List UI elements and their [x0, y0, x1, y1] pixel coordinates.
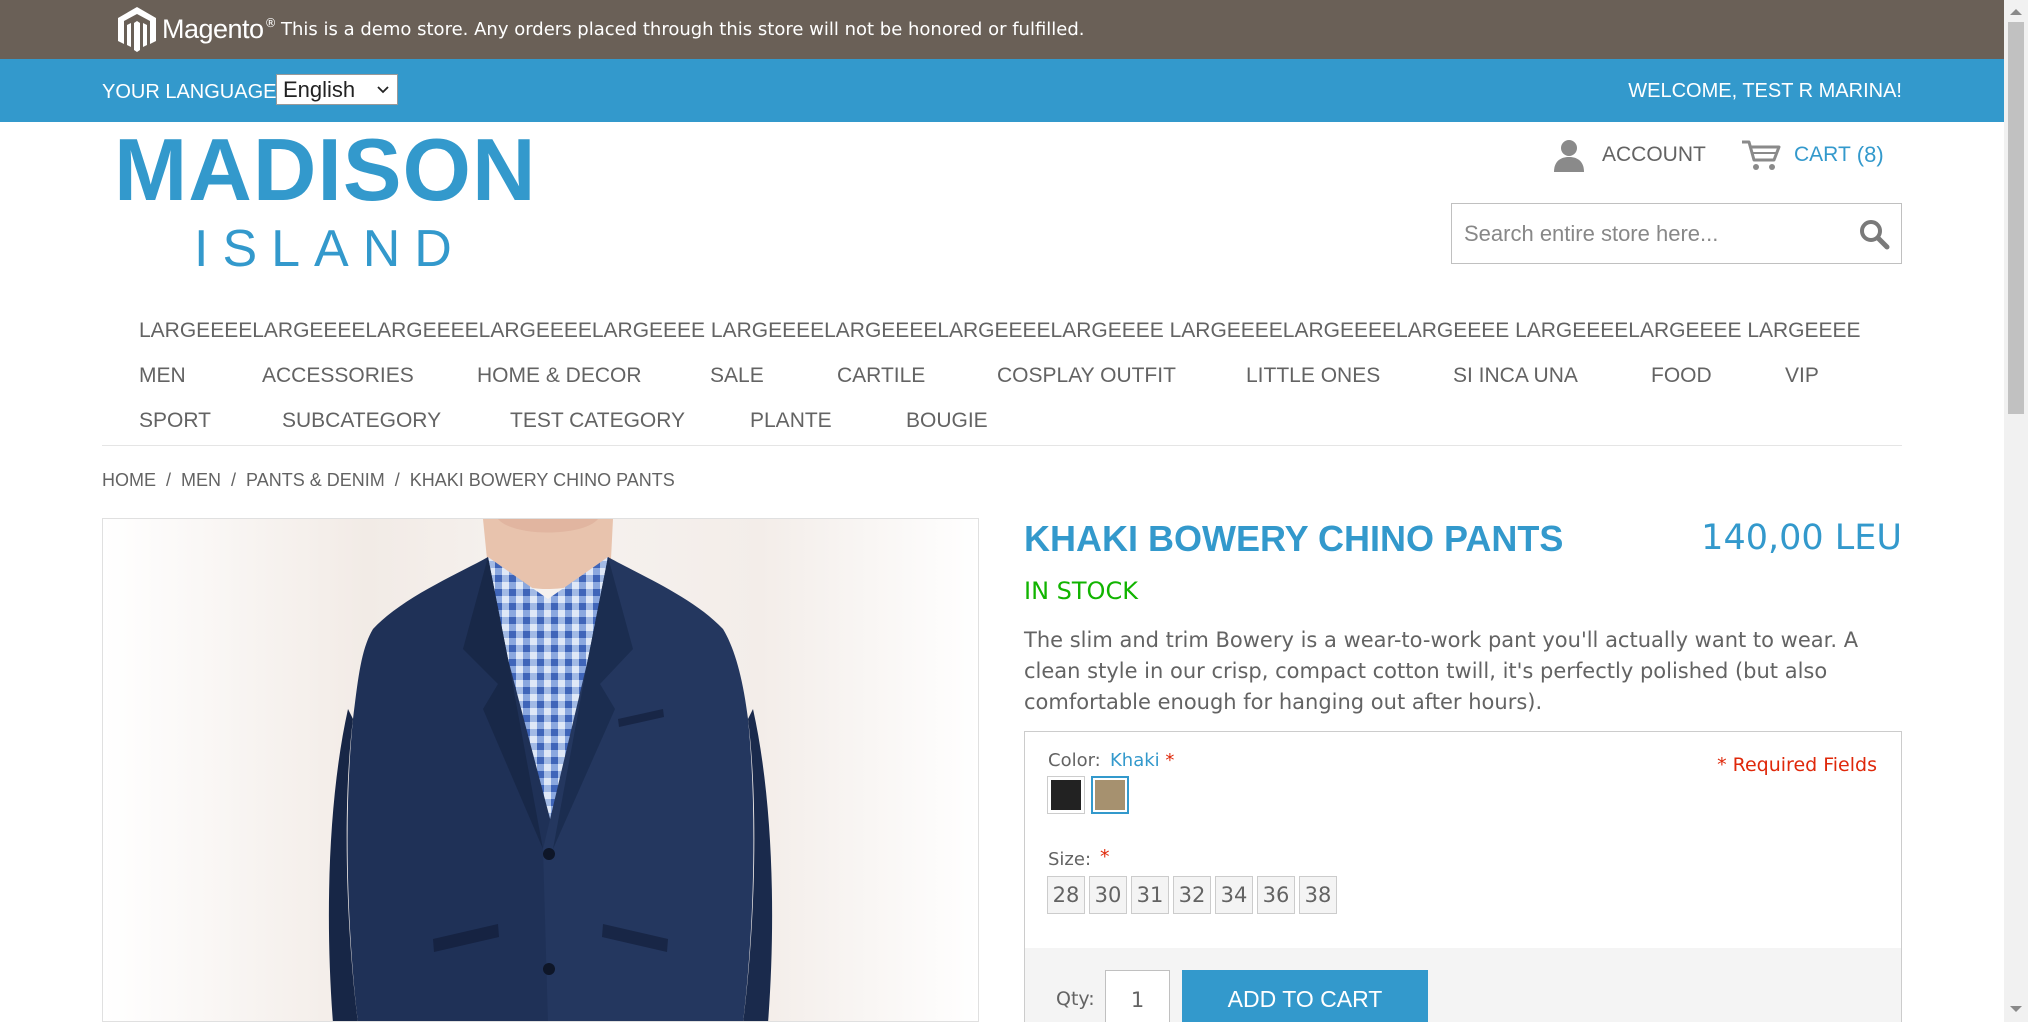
color-value-text: Khaki — [1110, 750, 1160, 771]
cart-label: CART — [1794, 143, 1851, 166]
product-main-image[interactable] — [102, 518, 979, 1022]
cart-link[interactable]: CART (8) — [1740, 138, 1884, 172]
nav-item-accessories[interactable]: ACCESSORIES — [262, 364, 414, 388]
product-price: 140,00 LEU — [1701, 518, 1902, 558]
magento-logo-text: Magento — [162, 13, 264, 44]
stock-status: IN STOCK — [1024, 577, 1138, 605]
product-description: The slim and trim Bowery is a wear-to-wo… — [1024, 628, 1859, 714]
breadcrumb-current-product: KHAKI BOWERY CHINO PANTS — [409, 470, 675, 490]
color-swatch-khaki[interactable] — [1091, 776, 1129, 814]
language-label: YOUR LANGUAGE: — [102, 81, 283, 103]
demo-notice-text: This is a demo store. Any orders placed … — [281, 19, 1085, 40]
product-photo — [103, 519, 978, 1021]
magento-trademark: ® — [264, 16, 277, 30]
size-option-36[interactable]: 36 — [1257, 876, 1295, 914]
language-select[interactable]: English — [276, 74, 398, 105]
nav-item-subcategory[interactable]: SUBCATEGORY — [282, 409, 441, 433]
product-options: Color: Khaki * * Required Fields Size: *… — [1024, 731, 1902, 949]
color-swatch-black[interactable] — [1047, 776, 1085, 814]
nav-item-plante[interactable]: PLANTE — [750, 409, 832, 433]
breadcrumb-separator: / — [394, 470, 400, 490]
language-selected-value: English — [283, 77, 356, 102]
color-label: Color: — [1048, 750, 1101, 771]
size-required-star: * — [1100, 846, 1110, 868]
add-to-cart-button[interactable]: ADD TO CART — [1182, 970, 1428, 1022]
scrollbar-thumb[interactable] — [2008, 22, 2024, 414]
search-icon[interactable] — [1857, 217, 1891, 251]
breadcrumb-separator: / — [166, 470, 172, 490]
chevron-down-icon — [377, 86, 389, 94]
qty-label: Qty: — [1056, 988, 1095, 1010]
magento-logo: Magento ® — [115, 5, 277, 53]
main-navigation: LARGEEEELARGEEEELARGEEEELARGEEEELARGEEEE… — [102, 310, 1902, 446]
nav-item-men[interactable]: MEN — [139, 364, 186, 388]
search-input[interactable] — [1464, 218, 1844, 250]
site-logo[interactable]: MADISON ISLAND — [114, 120, 537, 279]
size-option-34[interactable]: 34 — [1215, 876, 1253, 914]
nav-item-bougie[interactable]: BOUGIE — [906, 409, 988, 433]
nav-item-largeeee[interactable]: LARGEEEELARGEEEELARGEEEELARGEEEELARGEEEE… — [139, 319, 1861, 343]
nav-item-test-category[interactable]: TEST CATEGORY — [510, 409, 685, 433]
cart-icon — [1742, 140, 1781, 170]
breadcrumb-men[interactable]: MEN — [181, 470, 221, 490]
scroll-up-arrow-icon[interactable] — [2010, 9, 2022, 15]
nav-item-vip[interactable]: VIP — [1785, 364, 1819, 388]
breadcrumb-pants-denim[interactable]: PANTS & DENIM — [246, 470, 385, 490]
nav-item-cartile[interactable]: CARTILE — [837, 364, 925, 388]
size-option-30[interactable]: 30 — [1089, 876, 1127, 914]
breadcrumb: HOME / MEN / PANTS & DENIM / KHAKI BOWERY CHIN… — [102, 470, 675, 491]
breadcrumb-home[interactable]: HOME — [102, 470, 156, 490]
size-option-31[interactable]: 31 — [1131, 876, 1169, 914]
breadcrumb-separator: / — [231, 470, 237, 490]
account-link[interactable]: ACCOUNT — [1550, 138, 1706, 172]
product-name: KHAKI BOWERY CHINO PANTS — [1024, 518, 1564, 559]
logo-line-madison: MADISON — [114, 120, 537, 219]
nav-item-si-inca-una[interactable]: SI INCA UNA — [1453, 364, 1578, 388]
color-selected-value: Khaki * — [1110, 750, 1174, 771]
demo-notice-bar: Magento ® This is a demo store. Any orde… — [0, 0, 2004, 59]
swatch-fill-khaki — [1095, 780, 1125, 810]
size-option-38[interactable]: 38 — [1299, 876, 1337, 914]
scroll-down-arrow-icon[interactable] — [2010, 1006, 2022, 1012]
account-icon — [1554, 140, 1584, 172]
add-to-cart-box: Qty: 1 ADD TO CART — [1024, 948, 1902, 1022]
nav-item-food[interactable]: FOOD — [1651, 364, 1712, 388]
nav-item-little-ones[interactable]: LITTLE ONES — [1246, 364, 1380, 388]
cart-count: (8) — [1856, 142, 1884, 167]
logo-line-island: ISLAND — [194, 220, 466, 278]
magento-logo-icon — [118, 7, 156, 52]
required-star: * — [1165, 750, 1175, 771]
account-label: ACCOUNT — [1602, 143, 1706, 166]
welcome-message: WELCOME, TEST R MARINA! — [1628, 80, 1902, 102]
qty-input[interactable]: 1 — [1105, 970, 1170, 1022]
nav-item-sale[interactable]: SALE — [710, 364, 764, 388]
search-box — [1451, 203, 1902, 264]
size-option-32[interactable]: 32 — [1173, 876, 1211, 914]
header-language-bar: YOUR LANGUAGE: English WELCOME, TEST R M… — [0, 59, 2004, 122]
required-fields-note: * Required Fields — [1717, 754, 1877, 776]
nav-item-sport[interactable]: SPORT — [139, 409, 211, 433]
size-label: Size: — [1048, 849, 1092, 870]
nav-item-home-decor[interactable]: HOME & DECOR — [477, 364, 642, 388]
page-scrollbar[interactable] — [2004, 0, 2028, 1022]
nav-item-cosplay-outfit[interactable]: COSPLAY OUTFIT — [997, 364, 1176, 388]
size-option-28[interactable]: 28 — [1047, 876, 1085, 914]
swatch-fill-black — [1051, 780, 1081, 810]
